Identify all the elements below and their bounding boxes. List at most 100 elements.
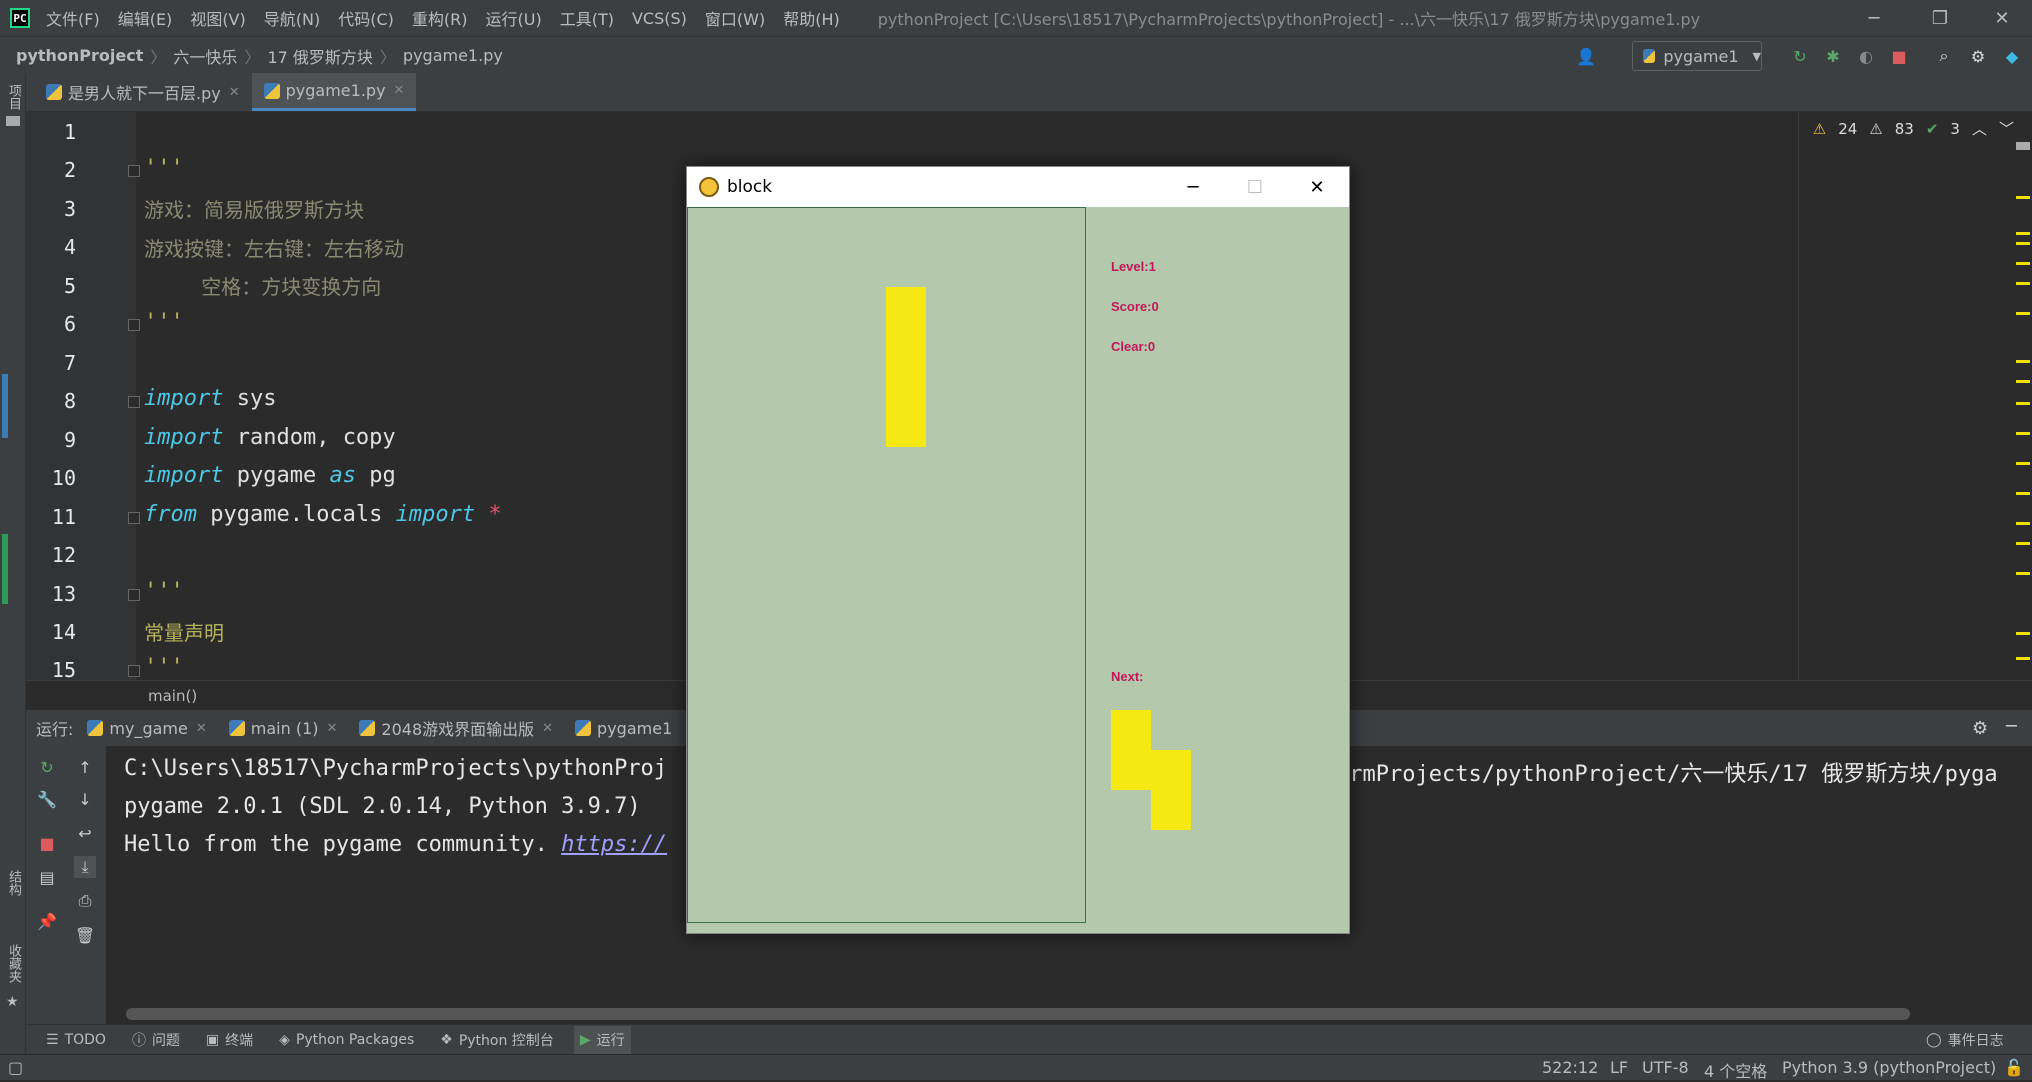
close-icon[interactable]: ✕ xyxy=(542,721,553,736)
menu-vcs[interactable]: VCS(S) xyxy=(632,9,687,28)
menu-edit[interactable]: 编辑(E) xyxy=(118,6,173,30)
warning-mark[interactable] xyxy=(2016,632,2030,635)
chevron-up-icon[interactable]: ︿ xyxy=(1972,118,1987,139)
tab-file-2[interactable]: pygame1.py ✕ xyxy=(251,73,417,111)
fold-marker-icon[interactable] xyxy=(128,512,140,524)
pin-icon[interactable]: 📌 xyxy=(36,910,58,932)
scroll-thumb[interactable] xyxy=(2016,142,2030,150)
minimize-icon[interactable]: ─ xyxy=(1844,0,1904,36)
horizontal-scrollbar[interactable] xyxy=(126,1008,1910,1020)
warning-mark[interactable] xyxy=(2016,432,2030,435)
breadcrumb-project[interactable]: pythonProject xyxy=(16,46,143,65)
close-icon[interactable]: ✕ xyxy=(196,721,207,736)
menu-navigate[interactable]: 导航(N) xyxy=(264,6,320,30)
warning-mark[interactable] xyxy=(2016,572,2030,575)
warning-mark[interactable] xyxy=(2016,232,2030,235)
error-stripe[interactable] xyxy=(2016,112,2032,680)
run-configuration-select[interactable]: pygame1 ▼ xyxy=(1632,41,1762,71)
trash-icon[interactable]: 🗑 xyxy=(74,924,96,946)
warning-mark[interactable] xyxy=(2016,462,2030,465)
python-interpreter[interactable]: Python 3.9 (pythonProject) xyxy=(1782,1058,1996,1077)
coverage-icon[interactable]: ◐ xyxy=(1856,46,1876,66)
warning-mark[interactable] xyxy=(2016,262,2030,265)
plugin-icon[interactable]: ◆ xyxy=(2002,46,2022,66)
arrow-down-icon[interactable]: ↓ xyxy=(74,788,96,810)
stop-icon[interactable]: ■ xyxy=(1889,46,1909,66)
pygame-title-bar[interactable]: block ─ ☐ ✕ xyxy=(687,167,1349,207)
terminal-tool-button[interactable]: ▣ 终端 xyxy=(200,1026,259,1054)
caret-position[interactable]: 522:12 xyxy=(1542,1058,1598,1077)
python-packages-tool-button[interactable]: ◈ Python Packages xyxy=(273,1028,420,1052)
structure-tool-label[interactable]: 结构 xyxy=(4,870,23,896)
wrench-icon[interactable]: 🔧 xyxy=(36,788,58,810)
favorites-tool-label[interactable]: 收藏夹 xyxy=(4,944,23,983)
fold-marker-icon[interactable] xyxy=(128,589,140,601)
restore-icon[interactable]: ❐ xyxy=(1910,0,1970,36)
close-icon[interactable]: ✕ xyxy=(229,85,240,100)
menu-window[interactable]: 窗口(W) xyxy=(705,6,765,30)
breadcrumb-subfolder[interactable]: 17 俄罗斯方块 xyxy=(267,44,372,68)
warning-mark[interactable] xyxy=(2016,542,2030,545)
debug-icon[interactable]: ✱ xyxy=(1823,46,1843,66)
todo-tool-button[interactable]: ☰ TODO xyxy=(40,1028,112,1052)
warning-mark[interactable] xyxy=(2016,196,2030,199)
indent-setting[interactable]: 4 个空格 xyxy=(1704,1058,1767,1082)
rerun-icon[interactable]: ↻ xyxy=(1790,46,1810,66)
hide-panel-icon[interactable]: ─ xyxy=(2006,716,2017,737)
line-separator[interactable]: LF xyxy=(1610,1058,1628,1077)
problems-tool-button[interactable]: ⓘ 问题 xyxy=(126,1026,186,1054)
file-encoding[interactable]: UTF-8 xyxy=(1642,1058,1689,1077)
warning-mark[interactable] xyxy=(2016,242,2030,245)
gear-icon[interactable]: ⚙ xyxy=(1968,46,1988,66)
scroll-to-end-icon[interactable]: ⤓ xyxy=(74,856,96,878)
close-icon[interactable]: ✕ xyxy=(327,721,338,736)
warning-mark[interactable] xyxy=(2016,402,2030,405)
layout-toggle-icon[interactable]: ▢ xyxy=(8,1058,23,1077)
inspection-widget[interactable]: ⚠ 24 ⚠ 83 ✔ 3 ︿ ﹀ xyxy=(1813,118,2014,139)
rerun-icon[interactable]: ↻ xyxy=(36,756,58,778)
breadcrumb-folder[interactable]: 六一快乐 xyxy=(173,44,237,68)
pygame-window[interactable]: block ─ ☐ ✕ Level:1 Score:0 Clear:0 Next… xyxy=(686,166,1350,934)
event-log-button[interactable]: ◯ 事件日志 xyxy=(1920,1026,2010,1054)
warning-mark[interactable] xyxy=(2016,282,2030,285)
warning-mark[interactable] xyxy=(2016,492,2030,495)
warning-mark[interactable] xyxy=(2016,380,2030,383)
close-icon[interactable]: ✕ xyxy=(394,83,405,98)
warning-mark[interactable] xyxy=(2016,360,2030,363)
game-canvas[interactable]: Level:1 Score:0 Clear:0 Next: xyxy=(687,207,1349,933)
menu-help[interactable]: 帮助(H) xyxy=(783,6,840,30)
stop-icon[interactable]: ■ xyxy=(36,832,58,854)
warning-mark[interactable] xyxy=(2016,657,2030,660)
fold-marker-icon[interactable] xyxy=(128,665,140,677)
console-link[interactable]: https:// xyxy=(561,832,667,857)
warning-mark[interactable] xyxy=(2016,522,2030,525)
close-icon[interactable]: ✕ xyxy=(1287,167,1347,207)
arrow-up-icon[interactable]: ↑ xyxy=(74,756,96,778)
run-tab-my-game[interactable]: my_game ✕ xyxy=(87,719,207,738)
minimize-icon[interactable]: ─ xyxy=(1163,167,1223,207)
tetris-playfield[interactable] xyxy=(687,207,1086,923)
user-icon[interactable]: 👤 xyxy=(1576,46,1596,66)
lock-icon[interactable]: 🔓 xyxy=(2004,1058,2024,1077)
run-tab-2048[interactable]: 2048游戏界面输出版 ✕ xyxy=(359,716,553,740)
search-icon[interactable]: ⌕ xyxy=(1934,46,1954,66)
menu-file[interactable]: 文件(F) xyxy=(46,6,100,30)
chevron-down-icon[interactable]: ﹀ xyxy=(1999,118,2014,139)
fold-marker-icon[interactable] xyxy=(128,319,140,331)
menu-refactor[interactable]: 重构(R) xyxy=(412,6,468,30)
warning-mark[interactable] xyxy=(2016,312,2030,315)
fold-marker-icon[interactable] xyxy=(128,396,140,408)
close-icon[interactable]: ✕ xyxy=(1972,0,2032,36)
run-tab-pygame1[interactable]: pygame1 xyxy=(575,719,672,738)
menu-tools[interactable]: 工具(T) xyxy=(560,6,614,30)
breadcrumb-file[interactable]: pygame1.py xyxy=(403,46,503,65)
run-tool-button[interactable]: ▶ 运行 xyxy=(573,1025,631,1054)
fold-marker-icon[interactable] xyxy=(128,165,140,177)
menu-run[interactable]: 运行(U) xyxy=(486,6,542,30)
menu-code[interactable]: 代码(C) xyxy=(338,6,394,30)
run-tab-main[interactable]: main (1) ✕ xyxy=(228,719,338,738)
soft-wrap-icon[interactable]: ↩ xyxy=(74,822,96,844)
tab-file-1[interactable]: 是男人就下一百层.py ✕ xyxy=(34,73,252,111)
python-console-tool-button[interactable]: ❖ Python 控制台 xyxy=(434,1026,560,1054)
menu-view[interactable]: 视图(V) xyxy=(190,6,245,30)
